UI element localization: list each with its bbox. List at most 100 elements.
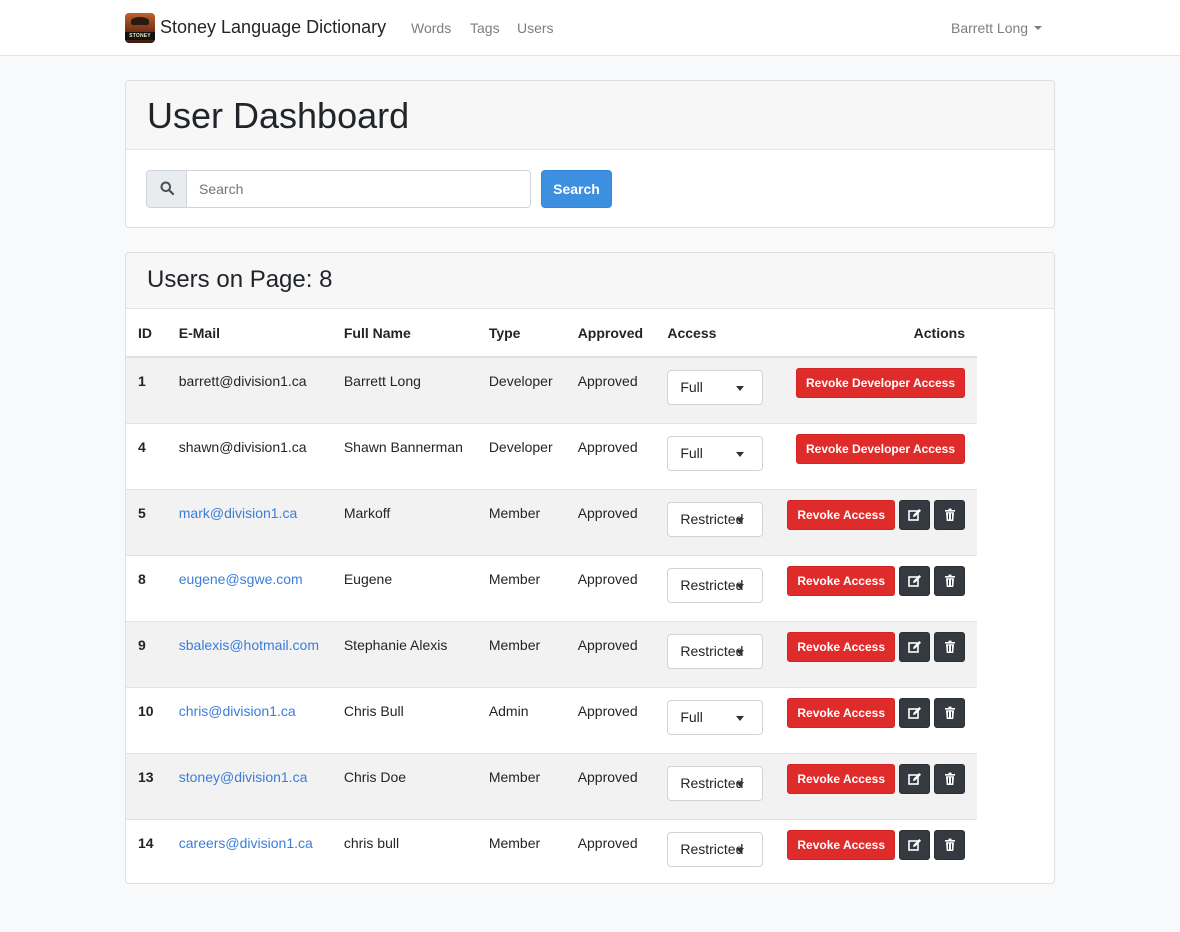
cell-access: Full	[655, 686, 776, 753]
nav-link-users[interactable]: Users	[517, 20, 554, 36]
access-select[interactable]: Full	[667, 435, 764, 471]
cell-email: eugene@sgwe.com	[166, 554, 332, 621]
revoke-access-button[interactable]: Revoke Developer Access	[796, 433, 965, 464]
column-header-actions: Actions	[775, 309, 977, 358]
cell-email: shawn@division1.ca	[166, 422, 332, 489]
users-count-title: Users on Page: 8	[147, 266, 333, 293]
user-menu-label: Barrett Long	[951, 20, 1029, 36]
cell-actions: Revoke Developer Access	[775, 356, 977, 423]
edit-user-button[interactable]	[899, 631, 930, 662]
cell-access: Restricted	[655, 818, 776, 883]
cell-full-name: chris bull	[331, 818, 477, 883]
cell-approved: Approved	[565, 818, 656, 883]
cell-approved: Approved	[565, 620, 656, 687]
search-button[interactable]: Search	[541, 170, 612, 208]
cell-email: barrett@division1.ca	[166, 356, 332, 423]
users-card-header: Users on Page: 8	[126, 253, 1054, 309]
cell-approved: Approved	[565, 422, 656, 489]
caret-down-icon	[736, 715, 745, 721]
cell-full-name: Stephanie Alexis	[331, 620, 477, 687]
caret-down-icon	[736, 781, 745, 787]
brand-title[interactable]: Stoney Language Dictionary	[160, 17, 386, 38]
nav-link-tags[interactable]: Tags	[470, 20, 500, 36]
caret-down-icon	[736, 649, 745, 655]
edit-user-button[interactable]	[899, 763, 930, 794]
email-link[interactable]: sbalexis@hotmail.com	[179, 637, 319, 653]
nav-link-words[interactable]: Words	[411, 20, 451, 36]
cell-email: stoney@division1.ca	[166, 752, 332, 819]
revoke-access-button[interactable]: Revoke Access	[787, 829, 895, 860]
cell-access: Full	[655, 422, 776, 489]
cell-id: 14	[126, 818, 167, 883]
table-row: 8 eugene@sgwe.com Eugene Member Approved Rest…	[126, 554, 977, 621]
delete-user-button[interactable]	[934, 697, 965, 728]
cell-full-name: Eugene	[331, 554, 477, 621]
delete-user-button[interactable]	[934, 499, 965, 530]
caret-down-icon	[1034, 26, 1043, 30]
revoke-access-button[interactable]: Revoke Access	[787, 499, 895, 530]
cell-type: Developer	[476, 356, 566, 423]
cell-access: Restricted	[655, 752, 776, 819]
cell-id: 5	[126, 488, 167, 555]
cell-id: 4	[126, 422, 167, 489]
brand-logo[interactable]: STONEY	[125, 13, 155, 43]
search-input[interactable]	[187, 171, 530, 207]
cell-actions: Revoke Developer Access	[775, 422, 977, 489]
email-link[interactable]: chris@division1.ca	[179, 703, 296, 719]
table-header-row: ID E-Mail Full Name Type Approved Access…	[126, 309, 977, 358]
caret-down-icon	[736, 451, 745, 457]
delete-user-button[interactable]	[934, 829, 965, 860]
column-header-email: E-Mail	[166, 309, 332, 358]
access-select[interactable]: Restricted	[667, 831, 764, 867]
edit-user-button[interactable]	[899, 829, 930, 860]
logo-hat-shape	[131, 17, 149, 25]
logo-text: STONEY	[125, 32, 155, 40]
cell-actions: Revoke Access	[775, 620, 977, 687]
access-select-value: Restricted	[680, 774, 744, 791]
edit-user-button[interactable]	[899, 565, 930, 596]
access-select[interactable]: Restricted	[667, 765, 764, 801]
access-select[interactable]: Restricted	[667, 633, 764, 669]
edit-user-button[interactable]	[899, 499, 930, 530]
cell-id: 8	[126, 554, 167, 621]
cell-id: 9	[126, 620, 167, 687]
access-select-value: Full	[680, 444, 703, 461]
email-link[interactable]: mark@division1.ca	[179, 505, 297, 521]
revoke-access-button[interactable]: Revoke Access	[787, 763, 895, 794]
email-link[interactable]: eugene@sgwe.com	[179, 571, 303, 587]
revoke-access-button[interactable]: Revoke Access	[787, 631, 895, 662]
access-select-value: Full	[680, 379, 703, 395]
delete-user-button[interactable]	[934, 565, 965, 596]
cell-id: 13	[126, 752, 167, 819]
cell-full-name: Barrett Long	[331, 356, 477, 423]
cell-actions: Revoke Access	[775, 818, 977, 883]
cell-full-name: Chris Doe	[331, 752, 477, 819]
email-link[interactable]: careers@division1.ca	[179, 835, 313, 851]
cell-access: Restricted	[655, 488, 776, 555]
cell-full-name: Shawn Bannerman	[331, 422, 477, 489]
column-header-approved: Approved	[565, 309, 656, 358]
access-select[interactable]: Restricted	[667, 501, 764, 537]
cell-access: Full	[655, 356, 776, 423]
access-select[interactable]: Restricted	[667, 567, 764, 603]
access-select-value: Full	[680, 708, 703, 725]
revoke-access-button[interactable]: Revoke Access	[787, 697, 895, 728]
delete-user-button[interactable]	[934, 763, 965, 794]
cell-email: sbalexis@hotmail.com	[166, 620, 332, 687]
dashboard-card-header: User Dashboard	[126, 81, 1054, 150]
access-select[interactable]: Full	[667, 699, 764, 735]
page-title: User Dashboard	[147, 95, 410, 136]
revoke-access-button[interactable]: Revoke Developer Access	[796, 368, 965, 398]
users-table-body: 1 barrett@division1.ca Barrett Long Develop…	[126, 356, 977, 883]
cell-type: Member	[476, 752, 566, 819]
revoke-access-button[interactable]: Revoke Access	[787, 565, 895, 596]
email-link[interactable]: stoney@division1.ca	[179, 769, 308, 785]
access-select-value: Restricted	[680, 642, 744, 659]
email-text: barrett@division1.ca	[178, 373, 307, 389]
delete-user-button[interactable]	[934, 631, 965, 662]
cell-type: Admin	[476, 686, 566, 753]
edit-user-button[interactable]	[899, 697, 930, 728]
table-row: 1 barrett@division1.ca Barrett Long Develop…	[126, 356, 977, 423]
user-menu-dropdown[interactable]: Barrett Long	[951, 20, 1043, 36]
access-select[interactable]: Full	[667, 370, 764, 405]
